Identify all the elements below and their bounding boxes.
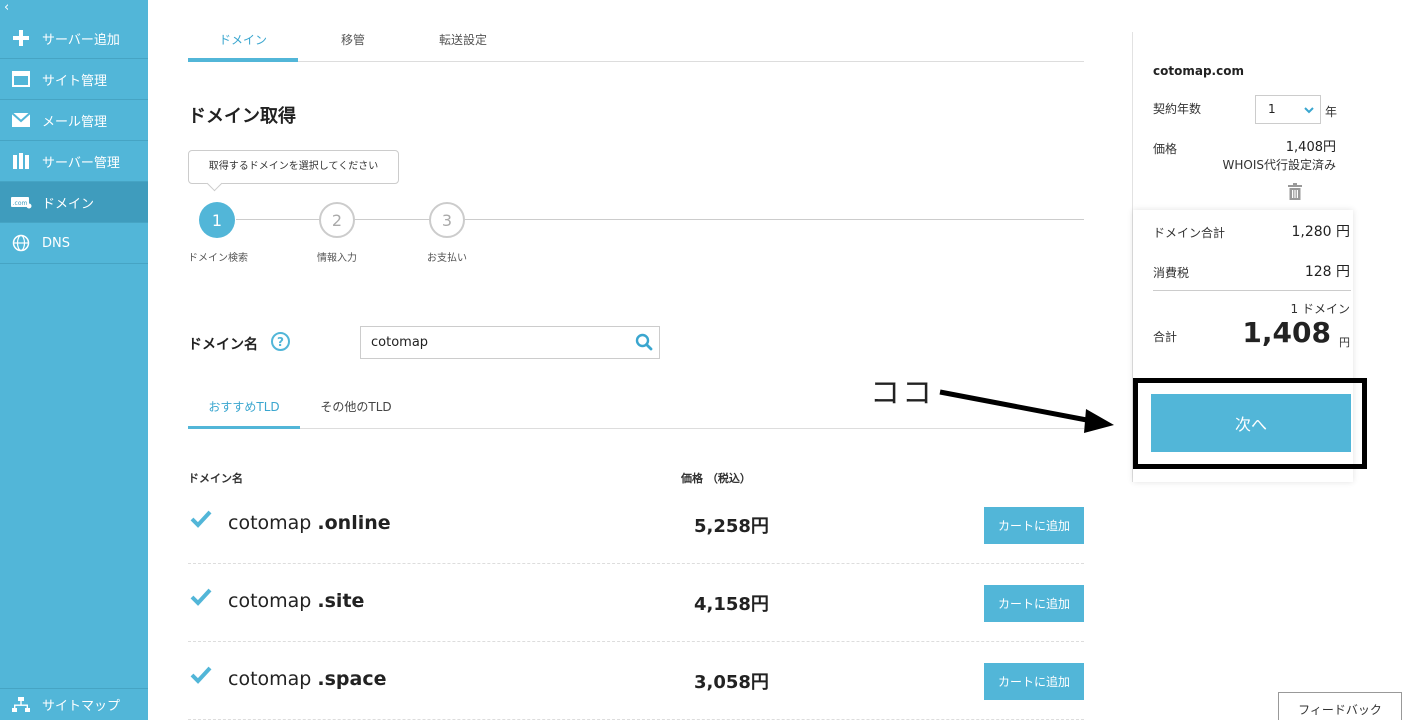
step-1-circle: 1 [199, 202, 235, 238]
window-icon [0, 71, 42, 87]
tab-recommended-tld[interactable]: おすすめTLD [188, 388, 300, 429]
price-value: 1,408円 [1285, 140, 1336, 155]
sidebar-item-sitemap[interactable]: サイトマップ [0, 688, 148, 720]
step-3-label: お支払い [427, 253, 467, 264]
sidebar-collapse-button[interactable]: ‹ [4, 0, 9, 16]
top-tabs: ドメイン 移管 転送設定 [188, 22, 1084, 62]
sidebar-item-mail-manage[interactable]: メール管理 [0, 100, 148, 141]
price-label: 価格 [1153, 142, 1178, 156]
search-icon[interactable] [635, 333, 653, 355]
add-to-cart-button[interactable]: カートに追加 [984, 507, 1084, 544]
tab-other-tld[interactable]: その他のTLD [300, 388, 412, 429]
check-icon [190, 510, 212, 532]
table-row: cotomap .space 3,058円 カートに追加 [188, 642, 1084, 720]
sidebar-item-label: ドメイン [42, 196, 95, 212]
tab-transfer[interactable]: 移管 [298, 22, 408, 62]
steps-line [236, 219, 1084, 220]
tab-forwarding[interactable]: 転送設定 [408, 22, 518, 62]
domain-price: 5,258円 [694, 516, 769, 537]
add-to-cart-button[interactable]: カートに追加 [984, 663, 1084, 700]
domain-name: cotomap .site [228, 590, 364, 612]
sidebar-item-label: サーバー管理 [42, 155, 120, 171]
step-2-circle: 2 [319, 202, 355, 238]
sidebar-item-label: サーバー追加 [42, 32, 120, 48]
sidebar: ‹ サーバー追加 サイト管理 メール管理 サーバー管理 .com ドメイン DN… [0, 0, 148, 720]
domain-search-input[interactable] [361, 327, 621, 358]
total-unit: 円 [1339, 336, 1350, 349]
sidebar-item-label: メール管理 [42, 114, 108, 130]
dotcom-icon: .com [0, 195, 42, 209]
column-header-domain: ドメイン名 [188, 472, 243, 485]
tld-tabs: おすすめTLD その他のTLD [188, 388, 1084, 429]
step-tooltip: 取得するドメインを選択してください [188, 150, 399, 184]
total-label: 合計 [1153, 330, 1178, 344]
check-icon [190, 588, 212, 610]
domain-tld: .site [317, 590, 365, 612]
feedback-button[interactable]: フィードバック [1278, 692, 1402, 720]
add-to-cart-button[interactable]: カートに追加 [984, 585, 1084, 622]
sidebar-item-server-manage[interactable]: サーバー管理 [0, 141, 148, 182]
trash-icon[interactable] [1288, 183, 1302, 204]
domain-count: 1 ドメイン [1290, 302, 1350, 316]
column-header-price: 価格 （税込） [681, 472, 751, 485]
domain-tld: .space [317, 668, 387, 690]
sidebar-item-domain[interactable]: .com ドメイン [0, 182, 148, 223]
domain-base: cotomap [228, 512, 312, 534]
check-icon [190, 666, 212, 688]
sidebar-item-label: サイト管理 [42, 73, 108, 89]
plus-icon [0, 29, 42, 47]
sitemap-icon [0, 696, 42, 713]
table-row: cotomap .online 5,258円 カートに追加 [188, 486, 1084, 564]
domain-price: 4,158円 [694, 594, 769, 615]
whois-note: WHOIS代行設定済み [1222, 158, 1337, 172]
annotation-text: ココ [870, 376, 934, 411]
sidebar-item-label: サイトマップ [42, 699, 121, 714]
contract-years-label: 契約年数 [1153, 102, 1202, 116]
summary-divider [1153, 290, 1351, 291]
step-3-circle: 3 [429, 202, 465, 238]
step-2-label: 情報入力 [317, 253, 357, 264]
sidebar-item-label: DNS [42, 235, 70, 251]
server-icon [0, 152, 42, 170]
domain-base: cotomap [228, 668, 312, 690]
domain-tld: .online [317, 512, 391, 534]
cart-domain-name: cotomap.com [1153, 64, 1244, 78]
domain-search-box [360, 326, 660, 359]
page-title: ドメイン取得 [188, 106, 296, 127]
sidebar-item-dns[interactable]: DNS [0, 223, 148, 264]
tab-domain[interactable]: ドメイン [188, 22, 298, 62]
sidebar-item-site-manage[interactable]: サイト管理 [0, 59, 148, 100]
domain-price: 3,058円 [694, 672, 769, 693]
sidebar-item-server-add[interactable]: サーバー追加 [0, 18, 148, 59]
total-value: 1,408 [1242, 316, 1331, 349]
chevron-down-icon [1304, 96, 1314, 133]
step-1-label: ドメイン検索 [188, 253, 248, 264]
contract-years-value: 1 [1268, 102, 1276, 116]
page-root: ‹ サーバー追加 サイト管理 メール管理 サーバー管理 .com ドメイン DN… [0, 0, 1423, 720]
domain-subtotal-value: 1,280 円 [1291, 224, 1350, 240]
annotation-highlight-box [1133, 378, 1367, 469]
mail-icon [0, 113, 42, 127]
globe-icon [0, 234, 42, 252]
domain-subtotal-label: ドメイン合計 [1153, 226, 1226, 240]
domain-name: cotomap .space [228, 668, 387, 690]
help-icon[interactable]: ? [271, 332, 290, 351]
table-row: cotomap .site 4,158円 カートに追加 [188, 564, 1084, 642]
tax-value: 128 円 [1304, 264, 1350, 280]
contract-years-unit: 年 [1325, 105, 1338, 119]
domain-base: cotomap [228, 590, 312, 612]
domain-name: cotomap .online [228, 512, 391, 534]
domain-name-label: ドメイン名 [188, 337, 258, 353]
tax-label: 消費税 [1153, 266, 1190, 280]
contract-years-select[interactable]: 1 [1255, 95, 1321, 124]
svg-text:.com: .com [13, 200, 28, 207]
